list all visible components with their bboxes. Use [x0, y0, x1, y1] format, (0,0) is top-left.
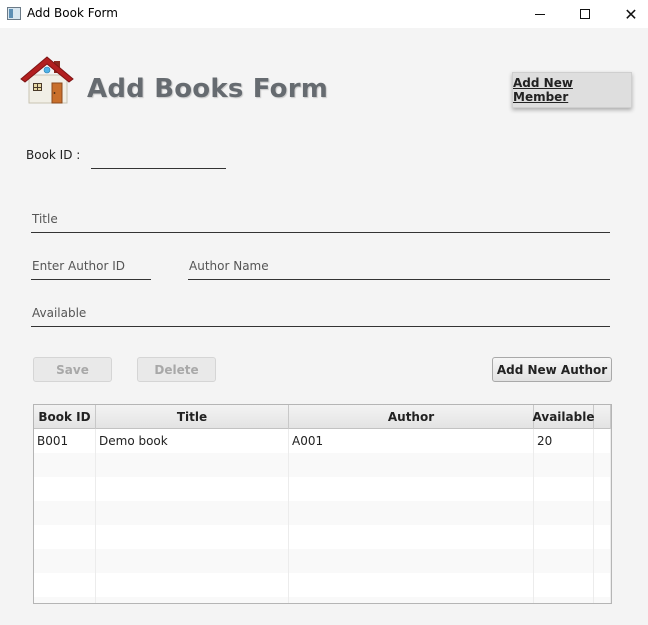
empty-cell — [289, 549, 534, 573]
cell-book-id: B001 — [34, 429, 96, 453]
close-icon: ✕ — [624, 4, 638, 24]
empty-cell — [34, 477, 96, 501]
empty-cell — [34, 525, 96, 549]
empty-cell — [289, 573, 534, 597]
cell-author: A001 — [289, 429, 534, 453]
table-header: Book ID Title Author Available — [34, 405, 611, 429]
empty-cell — [289, 453, 534, 477]
column-header-title[interactable]: Title — [96, 405, 289, 429]
maximize-button[interactable] — [562, 0, 608, 28]
maximize-icon — [580, 9, 590, 19]
empty-cell — [96, 525, 289, 549]
empty-cell — [289, 597, 534, 603]
empty-cell — [534, 525, 594, 549]
empty-cell — [594, 597, 611, 603]
save-button[interactable]: Save — [33, 357, 112, 382]
empty-cell — [594, 453, 611, 477]
author-id-placeholder: Enter Author ID — [32, 259, 126, 273]
book-id-field[interactable] — [91, 148, 226, 169]
house-icon — [19, 53, 75, 105]
available-placeholder: Available — [32, 306, 87, 320]
empty-cell — [96, 549, 289, 573]
column-header-author[interactable]: Author — [289, 405, 534, 429]
column-header-available[interactable]: Available — [533, 405, 594, 429]
author-name-field[interactable]: Author Name — [188, 258, 610, 280]
title-field[interactable]: Title — [31, 211, 610, 233]
table-row-empty — [34, 477, 611, 501]
empty-cell — [34, 549, 96, 573]
author-name-placeholder: Author Name — [189, 259, 269, 273]
add-new-member-button[interactable]: Add New Member — [512, 72, 632, 108]
empty-cell — [96, 453, 289, 477]
empty-cell — [594, 477, 611, 501]
books-table[interactable]: Book ID Title Author Available B001 Demo… — [33, 404, 612, 604]
empty-cell — [289, 501, 534, 525]
page-title: Add Books Form — [87, 74, 329, 104]
cell-filler — [594, 429, 611, 453]
empty-cell — [534, 477, 594, 501]
empty-cell — [594, 573, 611, 597]
author-id-field[interactable]: Enter Author ID — [31, 258, 151, 280]
cell-title: Demo book — [96, 429, 289, 453]
empty-cell — [534, 573, 594, 597]
add-new-author-button[interactable]: Add New Author — [492, 357, 612, 382]
table-row-empty — [34, 501, 611, 525]
empty-cell — [96, 573, 289, 597]
column-header-filler — [594, 405, 611, 429]
empty-cell — [96, 501, 289, 525]
column-header-book-id[interactable]: Book ID — [34, 405, 96, 429]
window-title: Add Book Form — [27, 6, 118, 20]
empty-cell — [96, 477, 289, 501]
empty-cell — [34, 573, 96, 597]
empty-cell — [594, 549, 611, 573]
empty-cell — [289, 525, 534, 549]
book-id-label: Book ID : — [26, 148, 81, 162]
empty-cell — [534, 549, 594, 573]
delete-button[interactable]: Delete — [137, 357, 216, 382]
cell-available: 20 — [534, 429, 594, 453]
table-row-empty — [34, 573, 611, 597]
empty-cell — [34, 453, 96, 477]
table-row-empty — [34, 525, 611, 549]
empty-cell — [34, 501, 96, 525]
empty-cell — [534, 501, 594, 525]
window-titlebar: Add Book Form ✕ — [0, 0, 648, 28]
empty-cell — [594, 525, 611, 549]
table-row-empty — [34, 549, 611, 573]
empty-cell — [34, 597, 96, 603]
table-row[interactable]: B001 Demo book A001 20 — [34, 429, 611, 453]
empty-cell — [594, 501, 611, 525]
empty-cell — [96, 597, 289, 603]
available-field[interactable]: Available — [31, 305, 610, 327]
title-placeholder: Title — [32, 212, 58, 226]
close-button[interactable]: ✕ — [608, 0, 648, 28]
app-window-icon — [7, 7, 21, 20]
table-row-empty — [34, 597, 611, 603]
empty-cell — [289, 477, 534, 501]
empty-cell — [534, 453, 594, 477]
minimize-button[interactable] — [517, 0, 563, 28]
table-row-empty — [34, 453, 611, 477]
minimize-icon — [535, 13, 545, 15]
empty-cell — [534, 597, 594, 603]
